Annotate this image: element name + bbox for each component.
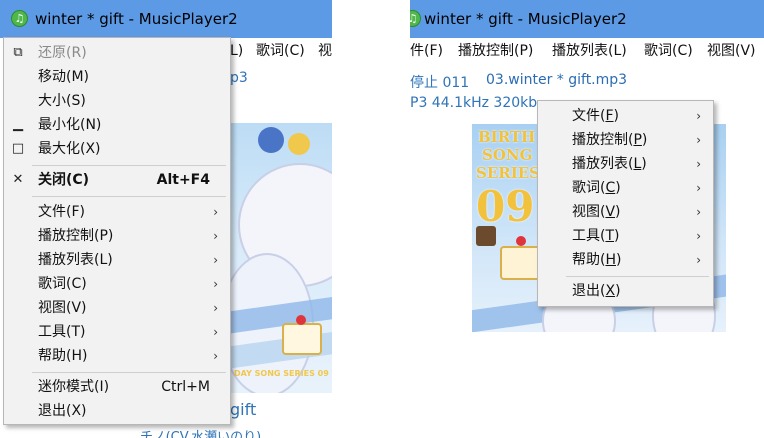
menu-item-exit[interactable]: 退出(X) [4,399,230,423]
right-play-status: 停止 011 [410,75,470,91]
menu-item-move[interactable]: 移动(M) [4,65,230,89]
chevron-right-icon: › [213,301,218,315]
menu-item-lyrics[interactable]: 歌词(C) › [4,272,230,296]
menu-separator [566,276,709,277]
chevron-right-icon: › [213,277,218,291]
menu-separator [32,196,226,197]
chevron-right-icon: › [213,205,218,219]
right-title-bar[interactable]: ♫ winter * gift - MusicPlayer2 [410,0,764,38]
left-info-fragment: p3 [230,70,248,86]
menu-separator [32,372,226,373]
right-window-title: winter * gift - MusicPlayer2 [424,10,627,28]
menu-item-playlist[interactable]: 播放列表(L) › [4,248,230,272]
art-caption: DAY SONG SERIES 09 [234,369,329,378]
chevron-right-icon: › [213,349,218,363]
left-title-bar[interactable]: ♫ winter * gift - MusicPlayer2 [0,0,332,38]
ctx-item-playlist[interactable]: 播放列表(L) › [538,152,713,176]
menu-item-playback-control[interactable]: 播放控制(P) › [4,224,230,248]
mini-mode-shortcut: Ctrl+M [161,379,210,395]
close-shortcut: Alt+F4 [156,172,210,188]
art-text-birth: BIRTH [478,128,536,146]
right-menu-bar: 件(F) 播放控制(P) 播放列表(L) 歌词(C) 视图(V) [410,38,764,64]
right-menubar-playlist[interactable]: 播放列表(L) [552,38,627,64]
chevron-right-icon: › [696,181,701,195]
music-note-icon[interactable]: ♫ [11,10,28,27]
menu-item-view[interactable]: 视图(V) › [4,296,230,320]
close-icon: ✕ [12,172,24,187]
ctx-item-lyrics[interactable]: 歌词(C) › [538,176,713,200]
menu-item-restore: ⧉ 还原(R) [4,41,230,65]
restore-icon: ⧉ [13,45,23,60]
chevron-right-icon: › [213,253,218,267]
ctx-item-playback-control[interactable]: 播放控制(P) › [538,128,713,152]
ctx-item-view[interactable]: 视图(V) › [538,200,713,224]
chevron-right-icon: › [213,325,218,339]
right-menubar-lyrics[interactable]: 歌词(C) [644,38,693,64]
left-bottom-artist: チノ(CV.水瀬いのり) [140,430,262,438]
left-album-art: DAY SONG SERIES 09 [230,123,332,393]
maximize-icon: □ [11,141,25,156]
right-filename: 03.winter * gift.mp3 [486,72,628,88]
ctx-item-help[interactable]: 帮助(H) › [538,248,713,272]
music-note-icon[interactable]: ♫ [410,10,421,27]
ctx-item-exit[interactable]: 退出(X) [538,279,713,303]
left-menubar-view-fragment[interactable]: 视 [318,38,332,64]
chevron-right-icon: › [696,229,701,243]
screenshot: ♫ winter * gift - MusicPlayer2 L) 歌词(C) … [0,0,764,438]
right-format-info: P3 44.1kHz 320kb [410,95,538,111]
chevron-right-icon: › [696,157,701,171]
menu-item-mini-mode[interactable]: 迷你模式(I) Ctrl+M [4,375,230,399]
menu-item-size[interactable]: 大小(S) [4,89,230,113]
art-text-series: SERIES [476,164,541,182]
right-menubar-view[interactable]: 视图(V) [707,38,756,64]
chevron-right-icon: › [213,229,218,243]
right-menubar-file[interactable]: 件(F) [410,38,443,64]
chevron-right-icon: › [696,253,701,267]
left-menubar-playlist-fragment[interactable]: L) [230,38,243,64]
chevron-right-icon: › [696,109,701,123]
right-menubar-playback-control[interactable]: 播放控制(P) [458,38,533,64]
chevron-right-icon: › [696,205,701,219]
menu-item-minimize[interactable]: ▁ 最小化(N) [4,113,230,137]
chevron-right-icon: › [696,133,701,147]
ctx-item-file[interactable]: 文件(F) › [538,104,713,128]
right-player-window: ♫ winter * gift - MusicPlayer2 件(F) 播放控制… [410,0,764,332]
ctx-item-tools[interactable]: 工具(T) › [538,224,713,248]
app-context-menu: 文件(F) › 播放控制(P) › 播放列表(L) › 歌词(C) › 视图(V… [537,100,714,307]
menu-item-tools[interactable]: 工具(T) › [4,320,230,344]
left-window-title: winter * gift - MusicPlayer2 [35,10,238,28]
left-menubar-lyrics[interactable]: 歌词(C) [256,38,305,64]
menu-item-maximize[interactable]: □ 最大化(X) [4,137,230,161]
system-context-menu: ⧉ 还原(R) 移动(M) 大小(S) ▁ 最小化(N) □ 最大化(X) ✕ … [3,37,231,425]
art-text-song: SONG [482,146,533,164]
menu-separator [32,165,226,166]
minimize-icon: ▁ [13,117,23,132]
menu-item-close[interactable]: ✕ 关闭(C) Alt+F4 [4,168,230,192]
left-player-window: ♫ winter * gift - MusicPlayer2 L) 歌词(C) … [0,0,332,438]
menu-item-help[interactable]: 帮助(H) › [4,344,230,368]
art-text-number: 09 [476,182,535,231]
left-bottom-title: gift [230,400,257,419]
menu-item-file[interactable]: 文件(F) › [4,200,230,224]
